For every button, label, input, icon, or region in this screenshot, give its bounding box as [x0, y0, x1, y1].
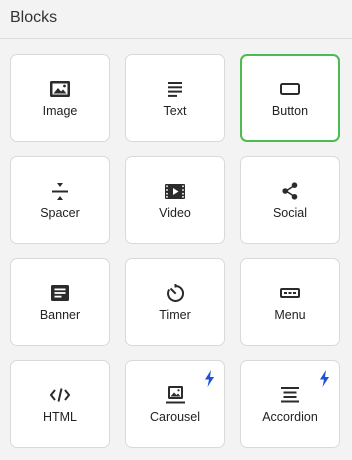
spacer-icon	[50, 182, 70, 200]
blocks-grid: Image Text Button Spacer Video Social Ba…	[0, 39, 352, 448]
accordion-icon	[280, 386, 300, 404]
block-text[interactable]: Text	[125, 54, 225, 142]
block-menu[interactable]: Menu	[240, 258, 340, 346]
block-label: Accordion	[262, 410, 318, 424]
block-video[interactable]: Video	[125, 156, 225, 244]
block-carousel[interactable]: Carousel	[125, 360, 225, 448]
code-icon	[50, 386, 70, 404]
image-icon	[50, 80, 70, 98]
button-icon	[280, 80, 300, 98]
block-button[interactable]: Button	[240, 54, 340, 142]
block-label: Timer	[159, 308, 191, 322]
lightning-bolt-icon	[205, 370, 214, 387]
video-icon	[165, 182, 185, 200]
block-label: Spacer	[40, 206, 80, 220]
panel-title: Blocks	[0, 0, 352, 39]
menu-icon	[280, 284, 300, 302]
block-timer[interactable]: Timer	[125, 258, 225, 346]
block-label: Video	[159, 206, 191, 220]
lightning-bolt-icon	[320, 370, 329, 387]
block-label: Text	[163, 104, 187, 118]
block-label: Banner	[39, 308, 81, 322]
share-icon	[280, 182, 300, 200]
banner-icon	[50, 284, 70, 302]
block-label: Button	[271, 104, 309, 118]
timer-icon	[165, 283, 185, 302]
block-label: Image	[42, 104, 78, 118]
text-icon	[165, 80, 185, 98]
block-label: Carousel	[149, 410, 201, 424]
block-image[interactable]: Image	[10, 54, 110, 142]
block-spacer[interactable]: Spacer	[10, 156, 110, 244]
carousel-icon	[165, 386, 185, 404]
block-label: Social	[272, 206, 308, 220]
block-accordion[interactable]: Accordion	[240, 360, 340, 448]
block-social[interactable]: Social	[240, 156, 340, 244]
block-label: Menu	[274, 308, 306, 322]
block-label: HTML	[42, 410, 78, 424]
block-html[interactable]: HTML	[10, 360, 110, 448]
block-banner[interactable]: Banner	[10, 258, 110, 346]
